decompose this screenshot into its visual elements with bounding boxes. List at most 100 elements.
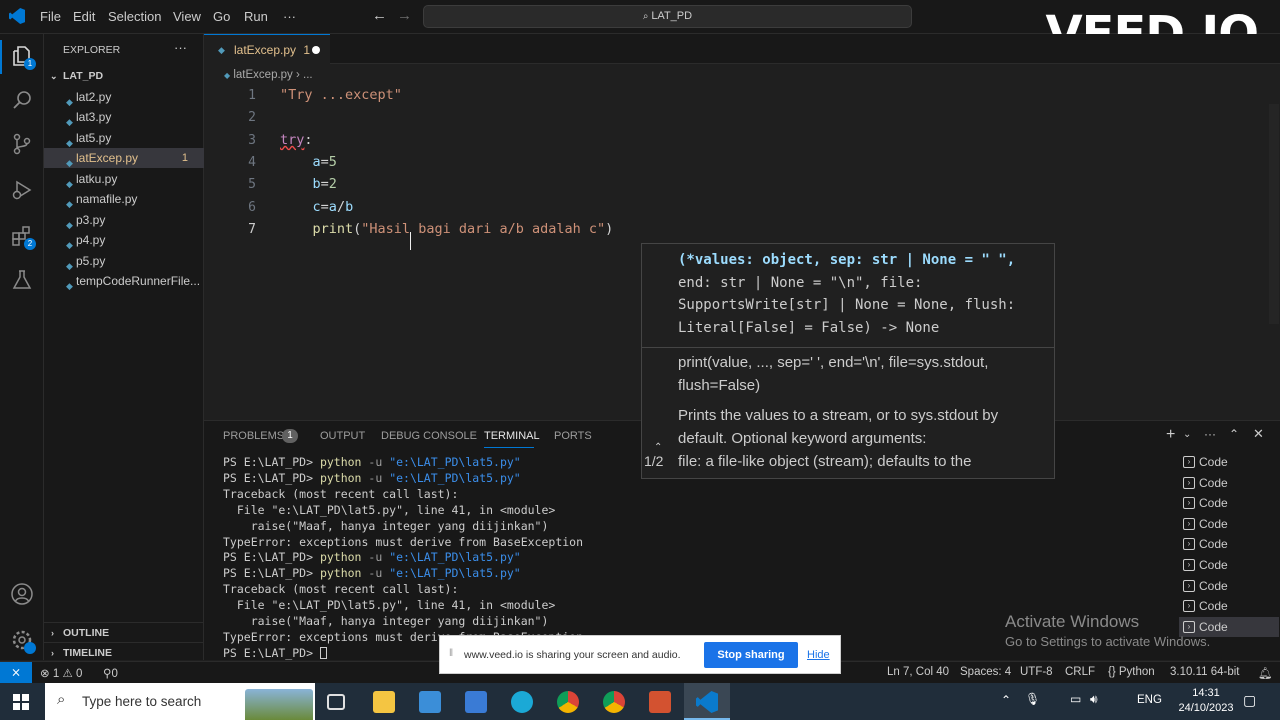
errors-status[interactable]: ⊗ 1 ⚠ 0 <box>40 666 82 680</box>
line-endings[interactable]: CRLF <box>1065 666 1095 678</box>
breadcrumb-file[interactable]: latExcep.py <box>233 69 292 81</box>
remote-indicator[interactable]: ⨯ <box>0 662 32 683</box>
volume-icon[interactable]: 🔊︎ <box>1090 692 1098 707</box>
file-item[interactable]: ◆ p3.py <box>44 210 204 230</box>
terminal-list-item[interactable]: › Code <box>1179 493 1279 513</box>
code-token: print <box>312 221 354 237</box>
microphone-icon[interactable]: 🎙︎ <box>1025 692 1040 706</box>
chrome-icon[interactable] <box>603 691 625 713</box>
file-item[interactable]: ◆ lat3.py <box>44 107 204 127</box>
chevron-up-icon[interactable]: ⌃ <box>1001 693 1011 707</box>
back-arrow-icon[interactable]: ← <box>372 7 387 24</box>
file-item[interactable]: ◆ tempCodeRunnerFile... <box>44 271 204 291</box>
file-item[interactable]: ◆ p4.py <box>44 230 204 250</box>
terminal-list-item[interactable]: › Code <box>1179 534 1279 554</box>
maximize-panel-icon[interactable]: ⌃ <box>1229 427 1239 441</box>
terminal-list-item[interactable]: › Code <box>1179 473 1279 493</box>
unsaved-dot-icon[interactable] <box>312 46 320 54</box>
outline-section[interactable]: › OUTLINE <box>44 622 204 642</box>
overload-pager[interactable]: ⌃ 1/2 <box>644 442 663 469</box>
windows-start-icon[interactable] <box>13 694 29 710</box>
ports-status[interactable]: ⚲0 <box>103 666 118 680</box>
doc-block: print(value, ..., sep=' ', end='\n', fil… <box>678 351 1048 473</box>
account-icon[interactable] <box>10 582 34 606</box>
menu-run[interactable]: Run <box>244 9 268 24</box>
vscode-active-app[interactable] <box>684 683 730 720</box>
notifications-bell-icon[interactable]: 🔔︎ <box>1258 666 1273 680</box>
language-indicator[interactable]: ENG <box>1137 694 1162 706</box>
activate-windows-notice: Activate Windows Go to Settings to activ… <box>1005 612 1210 649</box>
code-token: = <box>320 154 329 170</box>
file-explorer-icon[interactable] <box>373 691 395 713</box>
drag-handle-icon[interactable]: ‖ <box>449 648 453 659</box>
breadcrumb-more[interactable]: ... <box>303 69 313 81</box>
file-item[interactable]: ◆ namafile.py <box>44 189 204 209</box>
close-panel-icon[interactable]: ✕ <box>1253 426 1264 442</box>
store-icon[interactable] <box>419 691 441 713</box>
folder-header[interactable]: ⌄ LAT_PD <box>44 67 204 85</box>
testing-flask-icon[interactable] <box>10 268 34 292</box>
extensions-icon[interactable]: 2 <box>10 224 36 250</box>
file-item[interactable]: ◆ latku.py <box>44 169 204 189</box>
timeline-section[interactable]: › TIMELINE <box>44 642 204 662</box>
terminal-list-item[interactable]: › Code <box>1179 576 1279 596</box>
network-icon[interactable]: ▭ <box>1070 692 1081 706</box>
file-item[interactable]: ◆ p5.py <box>44 251 204 271</box>
explorer-title: EXPLORER <box>63 44 121 56</box>
stop-sharing-button[interactable]: Stop sharing <box>704 642 798 668</box>
encoding[interactable]: UTF-8 <box>1020 666 1053 678</box>
menu-edit[interactable]: Edit <box>73 9 95 24</box>
chevron-down-icon[interactable]: ⌄ <box>1183 429 1191 440</box>
source-control-icon[interactable] <box>10 132 34 156</box>
forward-arrow-icon[interactable]: → <box>397 7 412 24</box>
terminal-icon: › <box>1183 600 1195 613</box>
file-item[interactable]: ◆ lat5.py <box>44 128 204 148</box>
tab-latexcep[interactable]: ◆ latExcep.py 1 <box>204 34 330 64</box>
menu-view[interactable]: View <box>173 9 201 24</box>
settings-gear-icon[interactable] <box>10 628 36 654</box>
explorer-icon[interactable]: 1 <box>10 44 36 70</box>
file-item-active[interactable]: ◆ latExcep.py 1 <box>44 148 204 168</box>
hide-link[interactable]: Hide <box>807 649 830 661</box>
menu-go[interactable]: Go <box>213 9 230 24</box>
terminal-list-item[interactable]: › Code <box>1179 514 1279 534</box>
tab-ports[interactable]: PORTS <box>554 430 592 442</box>
language-mode[interactable]: {} Python <box>1108 666 1155 678</box>
chevron-up-icon[interactable]: ⌃ <box>644 442 663 453</box>
mail-icon[interactable] <box>465 691 487 713</box>
menu-selection[interactable]: Selection <box>108 9 161 24</box>
run-debug-icon[interactable] <box>10 178 34 202</box>
search-icon[interactable] <box>10 88 34 112</box>
clock[interactable]: 14:31 24/10/2023 <box>1172 686 1240 716</box>
python-file-icon: ◆ <box>66 138 73 148</box>
tab-problems[interactable]: PROBLEMS <box>223 430 284 442</box>
taskbar-search-placeholder: Type here to search <box>82 694 202 709</box>
command-center-search[interactable]: ⌕ LAT_PD <box>423 5 912 28</box>
terminal-list-item[interactable]: › Code <box>1179 452 1279 472</box>
menu-more[interactable]: ··· <box>283 9 296 24</box>
scrollbar[interactable] <box>1269 104 1279 324</box>
file-label: namafile.py <box>76 192 138 206</box>
python-interpreter[interactable]: 3.10.11 64-bit <box>1170 666 1239 678</box>
chrome-icon[interactable] <box>557 691 579 713</box>
tab-terminal[interactable]: TERMINAL <box>484 430 540 442</box>
add-terminal-icon[interactable]: + <box>1166 426 1175 444</box>
notification-center-icon[interactable]: ▢ <box>1243 692 1256 709</box>
python-file-icon: ◆ <box>66 281 73 291</box>
file-item[interactable]: ◆ lat2.py <box>44 87 204 107</box>
tab-debug-console[interactable]: DEBUG CONSOLE <box>381 430 477 442</box>
line-number: 7 <box>248 222 256 237</box>
explorer-more-icon[interactable]: ··· <box>174 40 187 55</box>
task-view-icon[interactable] <box>327 694 345 710</box>
cursor-position[interactable]: Ln 7, Col 40 <box>887 666 949 678</box>
line-number: 4 <box>248 155 256 170</box>
terminal-list-item[interactable]: › Code <box>1179 555 1279 575</box>
menu-file[interactable]: File <box>40 9 61 24</box>
edge-icon[interactable] <box>511 691 533 713</box>
powerpoint-icon[interactable] <box>649 691 671 713</box>
tab-output[interactable]: OUTPUT <box>320 430 365 442</box>
taskbar-search-box[interactable]: ⌕ Type here to search <box>45 683 315 720</box>
more-actions-icon[interactable]: ··· <box>1204 427 1216 441</box>
indentation[interactable]: Spaces: 4 <box>960 666 1011 678</box>
